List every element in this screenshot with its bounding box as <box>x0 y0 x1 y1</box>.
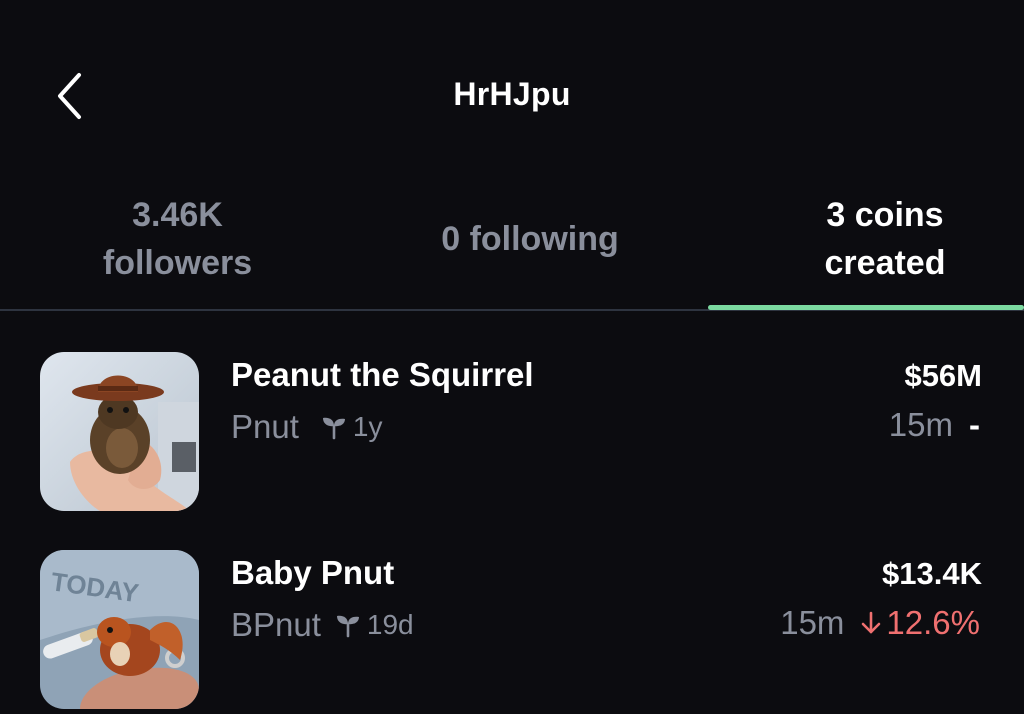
change-value: 12.6% <box>886 604 980 641</box>
coins-label: created <box>824 244 946 282</box>
coin-meta: BPnut 19d <box>231 606 414 644</box>
coin-list-item[interactable]: Peanut the Squirrel Pnut 1y $56M 15m - <box>0 352 1024 532</box>
tab-coins-created[interactable]: 3 coins created <box>760 168 1010 310</box>
coin-image: TODAY <box>40 550 199 709</box>
change-period: 15m <box>780 604 845 641</box>
followers-label: followers <box>102 244 253 282</box>
active-tab-indicator <box>708 305 1024 310</box>
coin-list-item[interactable]: TODAY Baby Pnut BPnut 19d $13.4K 15m 12.… <box>0 550 1024 714</box>
coin-image <box>40 352 199 511</box>
market-cap: $13.4K <box>882 556 982 591</box>
arrow-down-icon <box>862 611 881 634</box>
coin-ticker: BPnut <box>231 606 321 643</box>
tab-following[interactable]: 0 following <box>400 168 660 310</box>
change-negative: 12.6% <box>860 604 980 642</box>
coin-name: Peanut the Squirrel <box>231 356 534 393</box>
market-cap: $56M <box>904 358 982 393</box>
sprout-icon <box>322 417 345 440</box>
sprout-icon <box>336 615 359 638</box>
following-label: 0 following <box>441 220 619 258</box>
coin-name: Baby Pnut <box>231 554 395 591</box>
coin-meta: Pnut 1y <box>231 408 382 446</box>
price-change: 15m 12.6% <box>780 604 980 642</box>
header: HrHJpu <box>0 0 1024 170</box>
coin-age: 1y <box>321 411 383 443</box>
coin-ticker: Pnut <box>231 408 299 445</box>
profile-page: HrHJpu 3.46K followers 0 following 3 coi… <box>0 0 1024 714</box>
change-period: 15m <box>888 406 953 443</box>
tab-followers[interactable]: 3.46K followers <box>60 168 295 310</box>
change-value: - <box>969 406 980 443</box>
price-change: 15m - <box>889 406 980 444</box>
coin-age-value: 1y <box>352 411 383 442</box>
coin-age: 19d <box>335 609 414 641</box>
coins-count: 3 coins <box>826 196 944 234</box>
followers-count: 3.46K <box>132 196 223 234</box>
profile-tabs: 3.46K followers 0 following 3 coins crea… <box>0 168 1024 310</box>
coin-age-value: 19d <box>366 609 414 640</box>
page-title: HrHJpu <box>453 76 571 112</box>
